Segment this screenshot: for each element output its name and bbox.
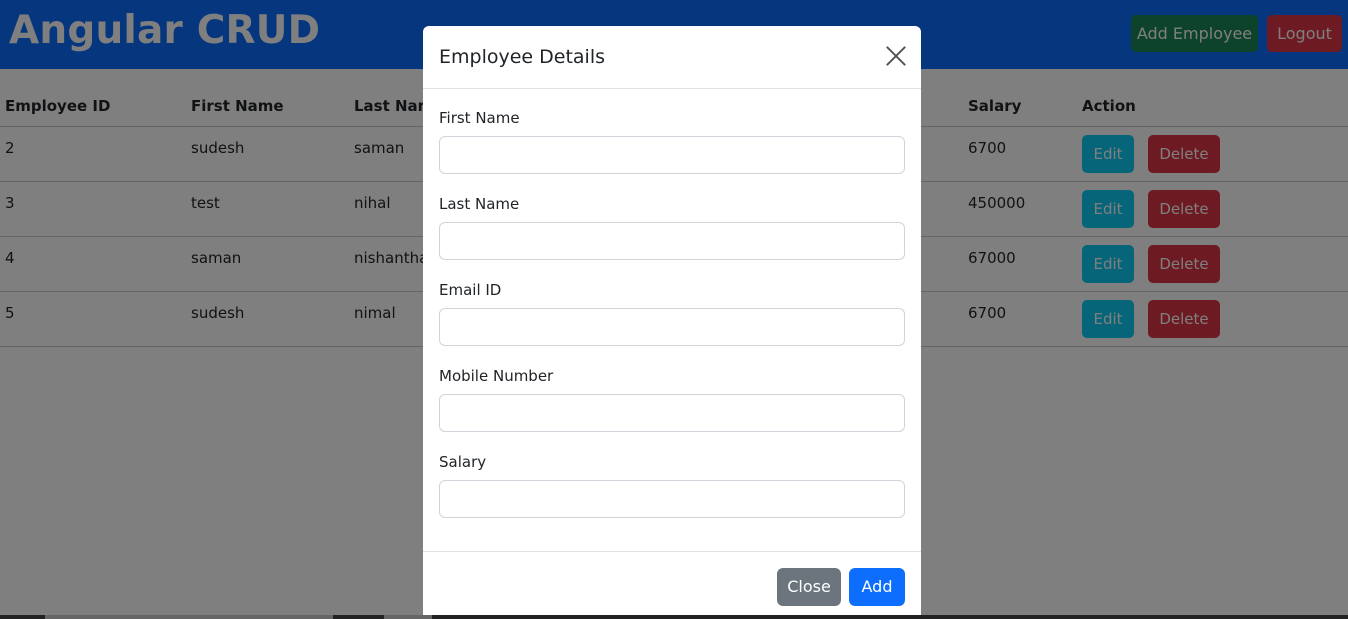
first-name-field[interactable] bbox=[439, 136, 905, 174]
last-name-label: Last Name bbox=[439, 195, 520, 213]
first-name-label: First Name bbox=[439, 109, 520, 127]
last-name-field[interactable] bbox=[439, 222, 905, 260]
add-button[interactable]: Add bbox=[849, 568, 905, 606]
bottom-scrollbar[interactable] bbox=[0, 615, 1348, 619]
scrollbar-segment bbox=[384, 615, 432, 619]
email-id-field[interactable] bbox=[439, 308, 905, 346]
mobile-number-label: Mobile Number bbox=[439, 367, 554, 385]
employee-details-modal: Employee Details First Name Last Name Em… bbox=[423, 26, 921, 619]
modal-header: Employee Details bbox=[423, 26, 921, 89]
email-id-label: Email ID bbox=[439, 281, 502, 299]
modal-title: Employee Details bbox=[439, 46, 606, 68]
salary-label: Salary bbox=[439, 453, 487, 471]
scrollbar-thumb[interactable] bbox=[45, 615, 333, 619]
modal-footer-divider bbox=[423, 551, 921, 552]
close-icon[interactable] bbox=[885, 45, 907, 67]
close-button[interactable]: Close bbox=[777, 568, 841, 606]
salary-field[interactable] bbox=[439, 480, 905, 518]
modal-body: First Name Last Name Email ID Mobile Num… bbox=[439, 89, 905, 518]
mobile-number-field[interactable] bbox=[439, 394, 905, 432]
